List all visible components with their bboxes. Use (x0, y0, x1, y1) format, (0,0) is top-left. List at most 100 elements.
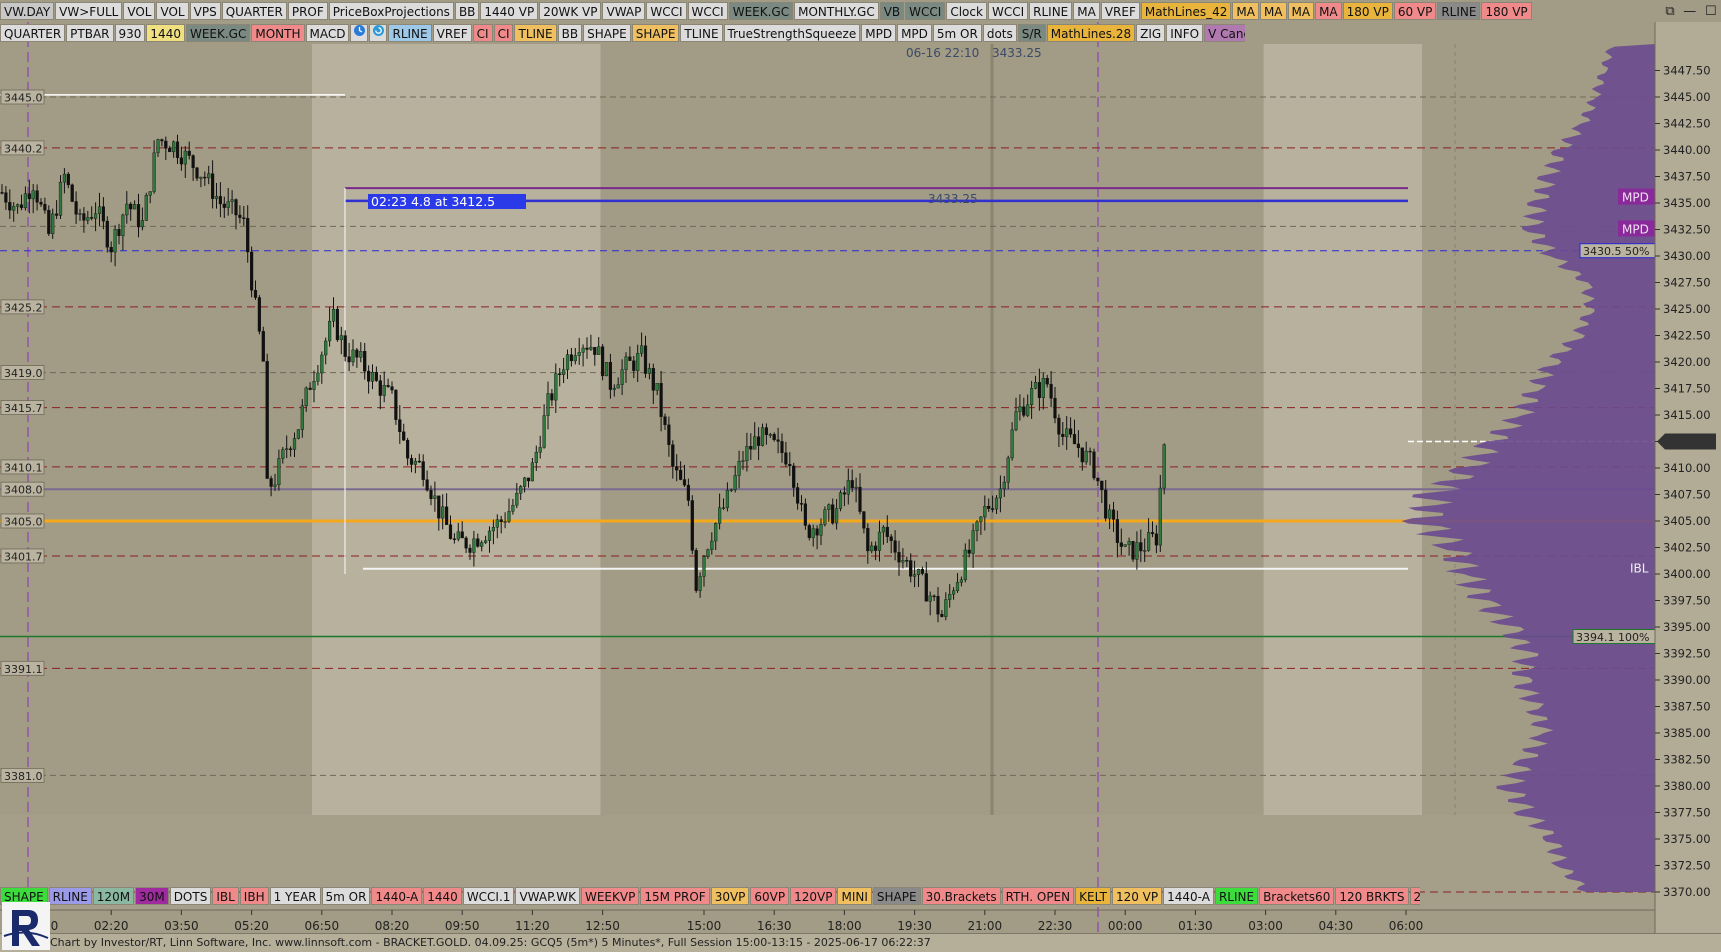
indicator-button-mpd[interactable]: MPD (897, 24, 932, 42)
indicator-button-vwap-wk[interactable]: VWAP.WK (515, 887, 580, 905)
indicator-button-mpd[interactable]: MPD (861, 24, 897, 42)
indicator-button-tline[interactable]: TLINE (514, 24, 557, 42)
indicator-button-mathlines-28[interactable]: MathLines.28 (1046, 24, 1136, 42)
indicator-button-1-year[interactable]: 1 YEAR (269, 887, 321, 905)
indicator-button-wcci[interactable]: WCCI (646, 2, 687, 20)
indicator-button-wcci-1[interactable]: WCCI.1 (462, 887, 515, 905)
indicator-button-mini[interactable]: MINI (837, 887, 872, 905)
indicator-button-shape[interactable]: SHAPE (583, 24, 631, 42)
indicator-button-truestrengthsqueeze[interactable]: TrueStrengthSqueeze (723, 24, 861, 42)
indicator-button-label: MathLines.28 (1050, 27, 1132, 41)
indicator-button-vol[interactable]: VOL (123, 2, 156, 20)
indicator-button-zig[interactable]: ZIG (1136, 24, 1166, 42)
indicator-button-bb[interactable]: BB (557, 24, 583, 42)
clock-button[interactable] (350, 24, 369, 42)
indicator-button-macd[interactable]: MACD (305, 24, 350, 42)
restore-window-button[interactable]: ⧉ (1665, 4, 1674, 19)
price-chart[interactable]: 3445.0 3440.2 3425.2 3419.0 3415.7 3410.1 3408… (0, 0, 1721, 933)
indicator-button-monthly-gc[interactable]: MONTHLY.GC (794, 2, 879, 20)
indicator-button-shape[interactable]: SHAPE (631, 24, 680, 42)
indicator-button-240-vp[interactable]: 240 VP (1409, 887, 1420, 905)
indicator-button-vps[interactable]: VPS (189, 2, 221, 20)
indicator-button-ci[interactable]: CI (493, 24, 514, 42)
indicator-button-930[interactable]: 930 (114, 24, 146, 42)
indicator-button-1440-a[interactable]: 1440-A (1163, 887, 1214, 905)
indicator-button-ibl[interactable]: IBL (212, 887, 239, 905)
indicator-button-vwap[interactable]: VWAP (602, 2, 646, 20)
indicator-button-vb[interactable]: VB (879, 2, 905, 20)
indicator-button-wcci[interactable]: WCCI (905, 2, 946, 20)
indicator-button-1440[interactable]: 1440 (146, 24, 185, 42)
indicator-button-quarter[interactable]: QUARTER (0, 24, 66, 42)
indicator-button-s-r[interactable]: S/R (1017, 24, 1046, 42)
indicator-button-week-gc[interactable]: WEEK.GC (728, 2, 794, 20)
candle-body (1154, 533, 1158, 546)
minimize-window-button[interactable]: — (1683, 4, 1696, 19)
indicator-button-vref[interactable]: VREF (432, 24, 472, 42)
indicator-button-20wk-vp[interactable]: 20WK VP (539, 2, 602, 20)
indicator-button-rline[interactable]: RLINE (1214, 887, 1259, 905)
indicator-button-1440[interactable]: 1440 (423, 887, 462, 905)
indicator-button-quarter[interactable]: QUARTER (221, 2, 287, 20)
indicator-button-1440-a[interactable]: 1440-A (371, 887, 423, 905)
maximize-window-button[interactable]: ☐ (1705, 4, 1717, 19)
candle-body (994, 497, 999, 510)
indicator-button-wcci[interactable]: WCCI (687, 2, 728, 20)
indicator-button-rth-open[interactable]: RTH. OPEN (1001, 887, 1075, 905)
indicator-button-vref[interactable]: VREF (1100, 2, 1140, 20)
indicator-button-vw-full[interactable]: VW>FULL (55, 2, 123, 20)
indicator-button-rline[interactable]: RLINE (48, 887, 92, 905)
indicator-button-120vp[interactable]: 120VP (790, 887, 837, 905)
indicator-button-prof[interactable]: PROF (287, 2, 328, 20)
indicator-button-ci[interactable]: CI (472, 24, 493, 42)
indicator-button-ma[interactable]: MA (1259, 2, 1287, 20)
indicator-button-30vp[interactable]: 30VP (710, 887, 750, 905)
indicator-button-brackets60[interactable]: Brackets60 (1259, 887, 1335, 905)
indicator-button-ma[interactable]: MA (1287, 2, 1315, 20)
indicator-button-5m-or[interactable]: 5m OR (932, 24, 982, 42)
indicator-button-week-gc[interactable]: WEEK.GC (185, 24, 251, 42)
indicator-button-60-vp[interactable]: 60 VP (1393, 2, 1437, 20)
indicator-button-15m-prof[interactable]: 15M PROF (640, 887, 710, 905)
indicator-button-month[interactable]: MONTH (251, 24, 305, 42)
indicator-button-30m[interactable]: 30M (135, 887, 169, 905)
indicator-button-clock[interactable]: Clock (946, 2, 987, 20)
refresh-button[interactable] (369, 24, 388, 42)
indicator-button-120-brkts[interactable]: 120 BRKTS (1335, 887, 1409, 905)
indicator-button-dots[interactable]: dots (982, 24, 1017, 42)
indicator-button-ibh[interactable]: IBH (239, 887, 269, 905)
indicator-button-120m[interactable]: 120M (92, 887, 135, 905)
indicator-button-bb[interactable]: BB (454, 2, 480, 20)
indicator-button-ma[interactable]: MA (1315, 2, 1342, 20)
price-tick-label: 3415.00 (1663, 408, 1711, 422)
indicator-button-30-brackets[interactable]: 30.Brackets (921, 887, 1001, 905)
indicator-button-rline[interactable]: RLINE (1029, 2, 1073, 20)
indicator-button-180-vp[interactable]: 180 VP (1481, 2, 1532, 20)
indicator-button-ma[interactable]: MA (1073, 2, 1100, 20)
indicator-button-rline[interactable]: RLINE (388, 24, 432, 42)
candle-body (562, 369, 566, 375)
indicator-button-dots[interactable]: DOTS (169, 887, 212, 905)
indicator-button-mathlines-42[interactable]: MathLines_42 (1140, 2, 1232, 20)
indicator-button-1440-vp[interactable]: 1440 VP (480, 2, 539, 20)
indicator-button-priceboxprojections[interactable]: PriceBoxProjections (328, 2, 454, 20)
indicator-button-weekvp[interactable]: WEEKVP (580, 887, 640, 905)
indicator-button-vw-day[interactable]: VW.DAY (0, 2, 55, 20)
indicator-button-rline[interactable]: RLINE (1437, 2, 1481, 20)
indicator-button-120-vp[interactable]: 120 VP (1111, 887, 1163, 905)
indicator-button-shape[interactable]: SHAPE (872, 887, 921, 905)
indicator-button-60vp[interactable]: 60VP (750, 887, 790, 905)
indicator-button-v-candles[interactable]: V Candles ▾ (1204, 24, 1245, 42)
indicator-button-5m-or[interactable]: 5m OR (321, 887, 371, 905)
indicator-button-tline[interactable]: TLINE (680, 24, 723, 42)
indicator-button-kelt[interactable]: KELT (1075, 887, 1111, 905)
indicator-button-label: 1440-A (1167, 890, 1210, 904)
indicator-button-180-vp[interactable]: 180 VP (1342, 2, 1393, 20)
indicator-button-ma[interactable]: MA (1232, 2, 1259, 20)
price-axis[interactable]: 3370.00 3372.50 3375.00 3377.50 3380.00 3382.… (1654, 22, 1721, 933)
indicator-button-info[interactable]: INFO (1166, 24, 1204, 42)
candle-body (359, 351, 363, 358)
indicator-button-vol[interactable]: VOL (156, 2, 189, 20)
indicator-button-wcci[interactable]: WCCI (987, 2, 1029, 20)
indicator-button-ptbar[interactable]: PTBAR (66, 24, 114, 42)
